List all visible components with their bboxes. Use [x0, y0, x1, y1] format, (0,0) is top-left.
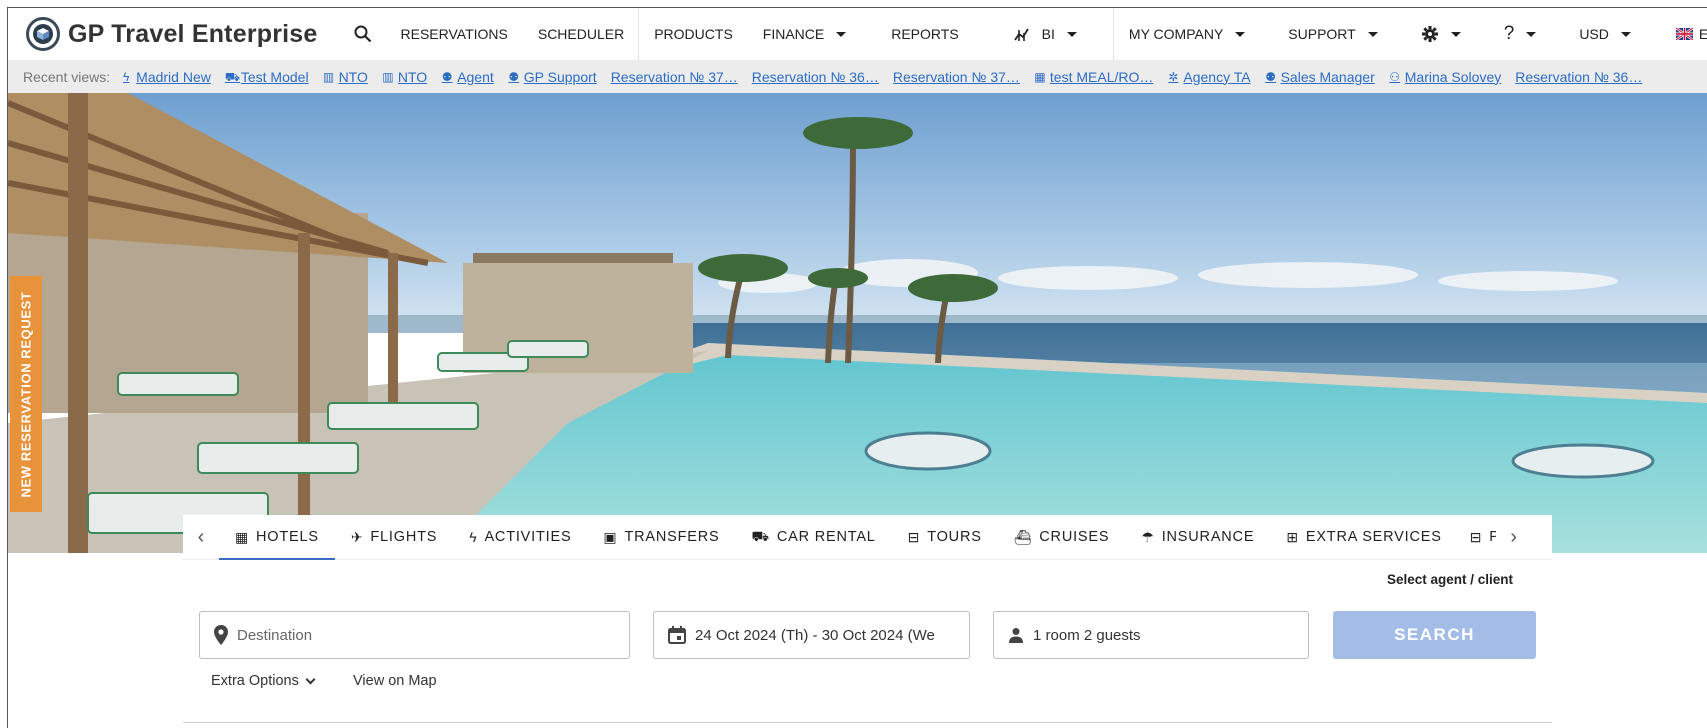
people-icon: ⚉	[441, 69, 453, 84]
new-reservation-request-tab[interactable]: NEW RESERVATION REQUEST	[10, 276, 42, 512]
destination-placeholder: Destination	[237, 626, 313, 644]
bi-chart-icon	[1013, 26, 1032, 42]
app-name: GP Travel Enterprise	[68, 19, 318, 48]
select-agent-client-link[interactable]: Select agent / client	[1387, 572, 1513, 587]
tab-insurance[interactable]: ☂ INSURANCE	[1125, 515, 1270, 560]
tab-transfers[interactable]: ▣ TRANSFERS	[587, 515, 735, 560]
recent-item-madrid-new[interactable]: ϟ Madrid New	[120, 69, 211, 85]
recent-item-sales-manager[interactable]: ⚉ Sales Manager	[1265, 69, 1375, 85]
building-icon: ▥	[382, 69, 394, 84]
gear-icon	[1421, 25, 1439, 43]
suitcase-icon: ⊟	[1469, 528, 1483, 545]
person-icon	[1008, 627, 1024, 643]
nav-bi[interactable]: BI	[999, 8, 1113, 60]
calendar-icon	[668, 626, 686, 644]
gear-badge-icon: ✲	[1168, 69, 1179, 84]
date-range-input[interactable]: 24 Oct 2024 (Th) - 30 Oct 2024 (We	[653, 611, 970, 659]
divider	[183, 722, 1552, 723]
nav-currency[interactable]: USD	[1564, 8, 1661, 60]
car-icon: ⛟	[224, 69, 240, 84]
chevron-down-icon	[836, 31, 847, 37]
recent-item-nto-2[interactable]: ▥ NTO	[382, 69, 427, 85]
recent-views-label: Recent views:	[23, 68, 111, 85]
bolt-icon: ϟ	[122, 69, 130, 84]
tab-cruises[interactable]: ⛴ CRUISES	[998, 515, 1126, 560]
guests-value: 1 room 2 guests	[1033, 626, 1141, 644]
location-pin-icon	[214, 625, 228, 645]
suitcase-icon: ⊟	[907, 528, 921, 545]
extra-options-toggle[interactable]: Extra Options	[211, 673, 316, 689]
recent-item-test-model[interactable]: ⛟ Test Model	[225, 69, 309, 85]
chevron-down-icon	[1620, 31, 1631, 37]
recent-item-reservation[interactable]: Reservation № 36…	[752, 69, 879, 85]
tabs-next-arrow-icon[interactable]: ›	[1496, 515, 1532, 560]
hotel-icon: ▦	[1034, 69, 1046, 84]
search-button[interactable]: SEARCH	[1333, 611, 1536, 659]
logo-globe-icon	[26, 17, 60, 51]
chevron-down-icon	[1367, 31, 1378, 37]
person-icon: ⚇	[1389, 69, 1401, 84]
nav-help[interactable]: ?	[1489, 8, 1565, 60]
recent-item-marina-solovey[interactable]: ⚇ Marina Solovey	[1389, 69, 1501, 85]
chevron-down-icon	[1450, 31, 1461, 37]
chevron-down-icon	[1066, 31, 1077, 37]
people-icon: ⚉	[1265, 69, 1276, 84]
app-frame: GP Travel Enterprise RESERVATIONS SCHEDU…	[7, 7, 1707, 728]
recent-item-reservation[interactable]: Reservation № 37…	[893, 69, 1020, 85]
recent-views-bar: Recent views: ϟ Madrid New ⛟ Test Model ▥ N…	[8, 60, 1707, 93]
product-tabs: ‹ ▦ HOTELS ✈ FLIGHTS ϟ ACTIVITIES ▣ TRANSFER…	[183, 515, 1552, 560]
nav-settings[interactable]	[1406, 8, 1489, 60]
guests-input[interactable]: 1 room 2 guests	[993, 611, 1309, 659]
tab-activities[interactable]: ϟ ACTIVITIES	[453, 515, 587, 560]
tab-tours[interactable]: ⊟ TOURS	[892, 515, 998, 560]
nav-reservations[interactable]: RESERVATIONS	[386, 8, 523, 60]
search-icon[interactable]	[354, 24, 372, 44]
plus-box-icon: ⊞	[1286, 528, 1299, 545]
tab-hotels[interactable]: ▦ HOTELS	[219, 515, 335, 560]
destination-input[interactable]: Destination	[199, 611, 630, 659]
plane-icon: ✈	[350, 528, 364, 545]
umbrella-icon: ☂	[1141, 528, 1155, 545]
nav-scheduler[interactable]: SCHEDULER	[523, 8, 638, 60]
tab-flights[interactable]: ✈ FLIGHTS	[335, 515, 453, 560]
logo[interactable]: GP Travel Enterprise	[26, 17, 318, 51]
nav-products[interactable]: PRODUCTS	[639, 8, 748, 60]
bolt-icon: ϟ	[469, 529, 478, 545]
view-on-map-link[interactable]: View on Map	[353, 673, 437, 689]
recent-item-test-meal[interactable]: ▦ test MEAL/RO…	[1034, 69, 1153, 85]
nav-finance[interactable]: FINANCE	[748, 8, 861, 60]
tab-car-rental[interactable]: ⛟ CAR RENTAL	[735, 515, 891, 560]
building-icon: ▥	[322, 69, 335, 84]
date-range-value: 24 Oct 2024 (Th) - 30 Oct 2024 (We	[695, 626, 935, 644]
nav-support[interactable]: SUPPORT	[1273, 8, 1405, 60]
hotel-icon: ▦	[235, 528, 250, 545]
recent-item-agent[interactable]: ⚉ Agent	[441, 69, 494, 85]
tab-extra-services[interactable]: ⊞ EXTRA SERVICES	[1270, 515, 1457, 560]
ship-icon: ⛴	[1013, 528, 1033, 545]
people-icon: ⚉	[508, 69, 520, 84]
recent-item-reservation[interactable]: Reservation № 37…	[611, 69, 738, 85]
tabs-prev-arrow-icon[interactable]: ‹	[183, 515, 219, 560]
chevron-down-icon	[1235, 31, 1246, 37]
recent-item-gp-support[interactable]: ⚉ GP Support	[508, 69, 596, 85]
recent-item-reservation[interactable]: Reservation № 36…	[1515, 69, 1642, 85]
nav-my-company[interactable]: MY COMPANY	[1114, 8, 1273, 60]
car-icon: ⛟	[751, 527, 770, 544]
hero-image	[8, 93, 1707, 553]
main-nav: RESERVATIONS SCHEDULER PRODUCTS FINANCE …	[386, 8, 1707, 60]
nav-reports[interactable]: REPORTS	[861, 8, 998, 60]
uk-flag-icon	[1675, 28, 1693, 40]
chevron-down-icon	[1526, 31, 1537, 37]
bus-icon: ▣	[603, 528, 618, 545]
recent-item-agency-ta[interactable]: ✲ Agency TA	[1167, 69, 1250, 85]
recent-item-nto[interactable]: ▥ NTO	[323, 69, 368, 85]
top-navigation-bar: GP Travel Enterprise RESERVATIONS SCHEDU…	[8, 8, 1707, 60]
nav-language[interactable]: EN	[1661, 8, 1707, 60]
chevron-down-icon	[305, 674, 316, 684]
tab-packages[interactable]: ⊟P	[1458, 515, 1496, 560]
search-panel: ‹ ▦ HOTELS ✈ FLIGHTS ϟ ACTIVITIES ▣ TRANSFER…	[183, 515, 1552, 725]
